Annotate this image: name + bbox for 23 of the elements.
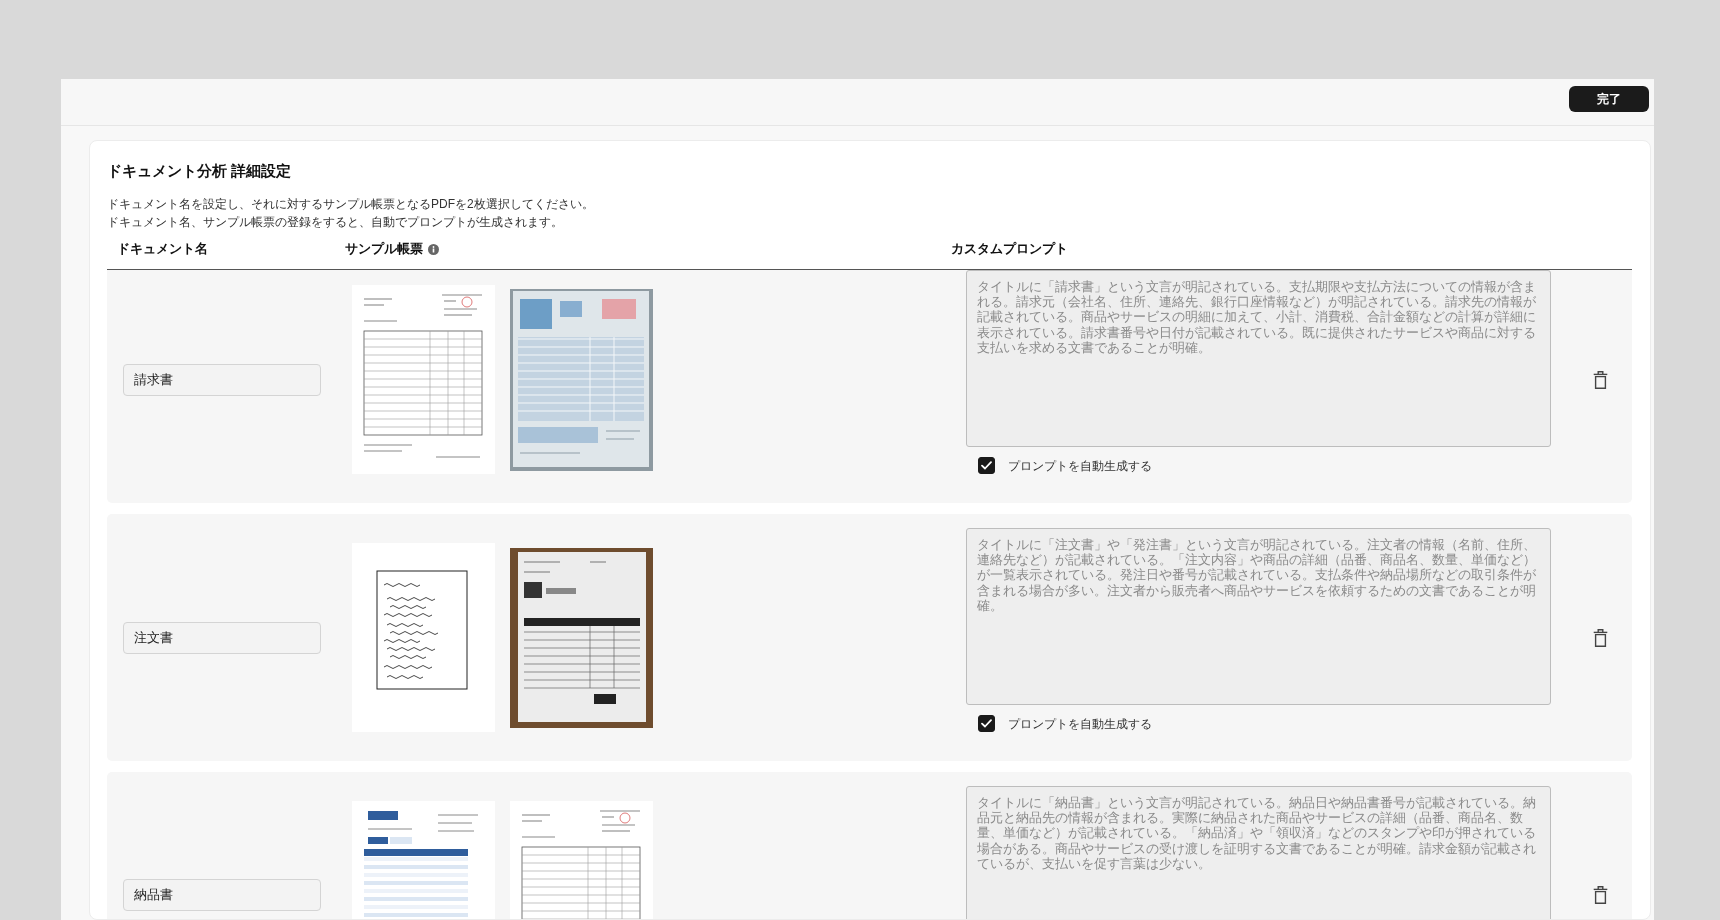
column-header: ドキュメント名 bbox=[117, 241, 208, 258]
checkbox-label[interactable]: プロンプトを自動生成する bbox=[1008, 715, 1152, 732]
document-name-field[interactable]: 注文書 bbox=[123, 621, 321, 654]
settings-title: ドキュメント分析 詳細設定 bbox=[107, 162, 293, 180]
done-button[interactable]: 完了 bbox=[1569, 86, 1649, 112]
auto-generate-checkbox[interactable] bbox=[978, 457, 995, 474]
trash-icon bbox=[1592, 886, 1608, 904]
delete-button[interactable] bbox=[1592, 886, 1608, 904]
column-header: サンプル帳票 bbox=[345, 241, 423, 258]
description-text: ドキュメント名、サンプル帳票の登録をすると、自動でプロンプトが生成されます。 bbox=[107, 213, 564, 231]
description-text: ドキュメント名を設定し、それに対するサンプル帳票となるPDFを2枚選択してください。 bbox=[107, 196, 595, 213]
document-name-field[interactable]: 請求書 bbox=[123, 363, 321, 396]
trash-icon bbox=[1592, 628, 1608, 647]
info-icon[interactable] bbox=[428, 243, 439, 255]
auto-generate-checkbox[interactable] bbox=[978, 715, 995, 732]
delete-button[interactable] bbox=[1592, 628, 1608, 647]
trash-icon bbox=[1592, 370, 1608, 389]
checkmark-icon bbox=[981, 719, 992, 728]
delete-button[interactable] bbox=[1592, 370, 1608, 389]
checkbox-label[interactable]: プロンプトを自動生成する bbox=[1008, 457, 1152, 474]
checkmark-icon bbox=[981, 461, 992, 470]
column-header: カスタムプロンプト bbox=[951, 241, 1068, 258]
document-name-field[interactable]: 納品書 bbox=[123, 879, 321, 911]
